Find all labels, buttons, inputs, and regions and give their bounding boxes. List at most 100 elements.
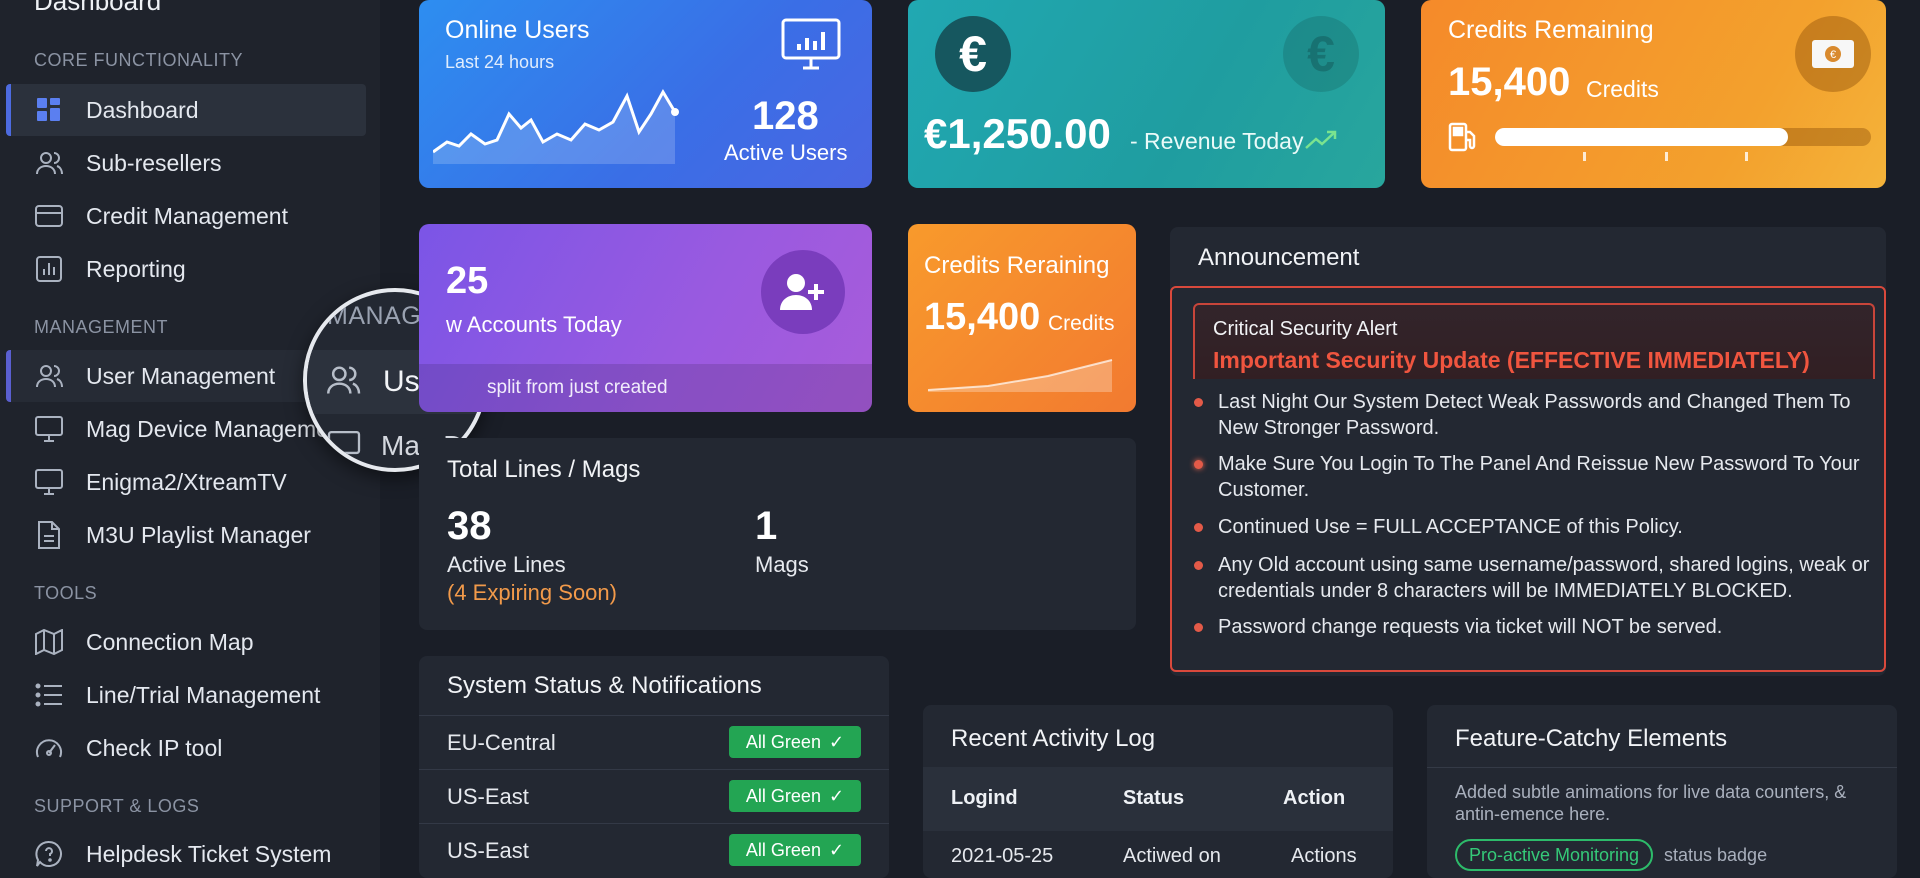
announcement-bullet: Any Old account using same username/pass… xyxy=(1218,554,1870,602)
status-row: US-East All Green ✓ xyxy=(419,823,889,877)
sidebar-item-credit-management[interactable]: Credit Management xyxy=(6,190,366,242)
sidebar-item-label: User Management xyxy=(86,362,276,389)
alert-heading: Important Security Update (EFFECTIVE IMM… xyxy=(1213,347,1810,373)
progress-tick xyxy=(1665,152,1668,161)
credits-unit: Credits xyxy=(1586,76,1659,102)
column-header: Action xyxy=(1283,787,1346,809)
sidebar-item-helpdesk[interactable]: Helpdesk Ticket System xyxy=(6,828,366,878)
critical-alert-header: Critical Security Alert Important Securi… xyxy=(1193,303,1875,379)
bullet-dot xyxy=(1194,623,1203,632)
sidebar-item-label: Connection Map xyxy=(86,628,254,655)
panel-title: Recent Activity Log xyxy=(951,725,1156,752)
help-chat-icon xyxy=(34,839,64,869)
document-icon xyxy=(34,520,64,550)
sidebar-item-subresellers[interactable]: Sub-resellers xyxy=(6,137,366,189)
panel-title: Announcement xyxy=(1198,244,1360,271)
status-badge[interactable]: All Green ✓ xyxy=(729,780,861,812)
expiring-soon-note: (4 Expiring Soon) xyxy=(447,580,617,605)
credits-remaining-card[interactable]: Credits Remaining 15,400 Credits € xyxy=(1421,0,1886,188)
online-users-card[interactable]: Online Users Last 24 hours 128 Active Us… xyxy=(419,0,872,188)
status-badge[interactable]: All Green ✓ xyxy=(729,834,861,866)
section-management: MANAGEMENT xyxy=(34,317,169,337)
table-row: 2021-05-25 Actiwed on Actions xyxy=(923,831,1393,878)
map-icon xyxy=(34,627,64,657)
dashboard-icon xyxy=(34,95,64,125)
region-name: EU-Central xyxy=(447,730,556,755)
sidebar-item-label: Credit Management xyxy=(86,202,288,229)
sidebar-item-connection-map[interactable]: Connection Map xyxy=(6,616,366,668)
sidebar-item-enigma[interactable]: Enigma2/XtreamTV xyxy=(6,456,366,508)
new-accounts-label: w Accounts Today xyxy=(446,312,622,337)
sidebar-title: Dashboard xyxy=(34,0,162,16)
users-icon xyxy=(34,148,64,178)
sidebar-item-label: Sub-resellers xyxy=(86,149,222,176)
sidebar-item-dashboard[interactable]: Dashboard xyxy=(6,84,366,136)
sidebar-item-label: Enigma2/XtreamTV xyxy=(86,468,287,495)
check-icon: ✓ xyxy=(828,731,845,752)
active-users-count: 128 xyxy=(752,94,819,138)
section-tools: TOOLS xyxy=(34,583,98,603)
table-cell: 2021-05-25 xyxy=(951,845,1054,867)
column-header: Status xyxy=(1123,787,1185,809)
table-header: Logind Status Action xyxy=(923,767,1393,831)
credits-small-card[interactable]: Credits Reraining 15,400 Credits xyxy=(908,224,1136,412)
sidebar-item-label: Helpdesk Ticket System xyxy=(86,840,332,867)
gauge-icon xyxy=(34,733,64,763)
sidebar-item-label: Line/Trial Management xyxy=(86,681,321,708)
monitor-icon xyxy=(34,467,64,497)
new-accounts-count: 25 xyxy=(446,260,489,302)
status-row: US-East All Green ✓ xyxy=(419,769,889,823)
total-lines-panel: Total Lines / Mags 38 Active Lines (4 Ex… xyxy=(419,438,1136,630)
sidebar-item-line-trial[interactable]: Line/Trial Management xyxy=(6,669,366,721)
card-title: Credits Reraining xyxy=(924,252,1110,279)
panel-title: Total Lines / Mags xyxy=(447,456,641,483)
pro-active-badge[interactable]: Pro-active Monitoring xyxy=(1455,839,1654,871)
column-header: Logind xyxy=(951,787,1018,809)
sidebar-item-user-management[interactable]: User Management xyxy=(6,350,326,402)
progress-tick xyxy=(1583,152,1586,161)
sparkline xyxy=(432,84,723,169)
progress-tick xyxy=(1745,152,1748,161)
new-accounts-footer-text: split from just created xyxy=(487,377,668,398)
card-title: Credits Remaining xyxy=(1448,16,1654,44)
status-badge-label: All Green xyxy=(745,785,821,806)
sidebar-item-reporting[interactable]: Reporting xyxy=(6,243,366,295)
feature-text: Added subtle animations for live data co… xyxy=(1455,782,1847,824)
credits-progress-track xyxy=(1495,128,1871,146)
badge-caption: status badge xyxy=(1664,845,1768,865)
sidebar-item-label: Reporting xyxy=(86,255,186,282)
card-icon xyxy=(34,201,64,231)
bullet-dot xyxy=(1194,523,1203,532)
monitor-icon xyxy=(34,414,64,444)
sidebar-item-m3u[interactable]: M3U Playlist Manager xyxy=(6,509,366,561)
status-badge[interactable]: All Green ✓ xyxy=(729,726,861,758)
alert-label: Critical Security Alert xyxy=(1213,318,1398,340)
check-icon: ✓ xyxy=(828,785,845,806)
announcement-bullet: Last Night Our System Detect Weak Passwo… xyxy=(1218,391,1851,439)
new-accounts-card[interactable]: 25 w Accounts Today split from just crea… xyxy=(419,224,872,412)
mini-area-chart xyxy=(927,356,1114,397)
table-cell: Actiwed on xyxy=(1123,845,1221,867)
credits-progress-fill xyxy=(1495,128,1789,146)
announcement-bullet: Password change requests via ticket will… xyxy=(1218,616,1723,638)
sidebar-item-label: M3U Playlist Manager xyxy=(86,521,311,548)
status-badge-label: All Green xyxy=(745,839,821,860)
trend-up-icon xyxy=(1305,130,1337,155)
region-name: US-East xyxy=(447,784,529,809)
users-icon xyxy=(34,361,64,391)
bullet-dot xyxy=(1194,561,1203,570)
bullet-dot xyxy=(1194,398,1203,407)
revenue-value: €1,250.00 xyxy=(924,110,1111,157)
section-support: SUPPORT & LOGS xyxy=(34,796,200,816)
active-lines-label: Active Lines xyxy=(447,552,566,577)
region-name: US-East xyxy=(447,838,529,863)
revenue-card[interactable]: € € €1,250.00 - Revenue Today xyxy=(908,0,1385,188)
sidebar-item-check-ip[interactable]: Check IP tool xyxy=(6,722,366,774)
sidebar-item-label: Mag Device Managemen xyxy=(86,415,342,442)
users-icon xyxy=(325,364,361,401)
status-row: EU-Central All Green ✓ xyxy=(419,715,889,769)
actions-link[interactable]: Actions xyxy=(1291,845,1357,868)
euro-icon: € xyxy=(935,16,1011,92)
add-user-icon xyxy=(761,250,845,334)
sidebar-item-label: Dashboard xyxy=(86,96,199,123)
